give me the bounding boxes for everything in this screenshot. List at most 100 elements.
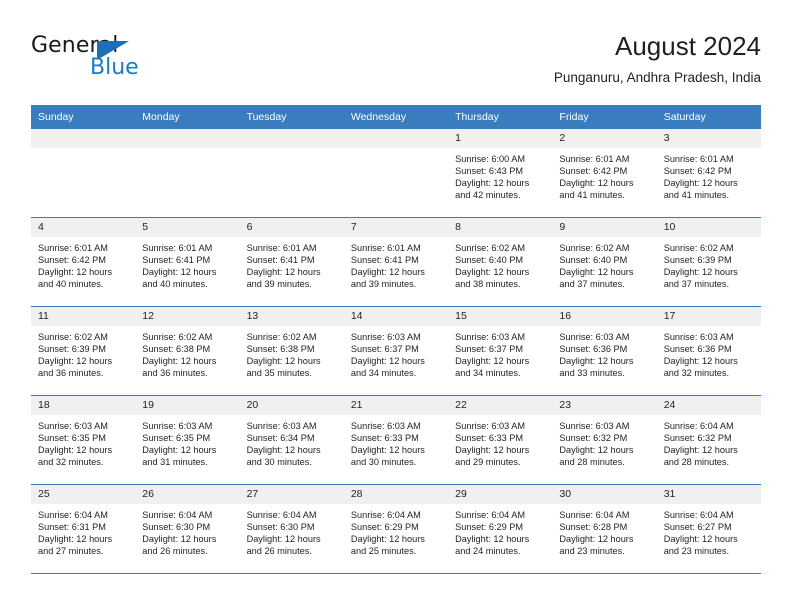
calendar-day-cell[interactable]: 19 Sunrise: 6:03 AM Sunset: 6:35 PM Dayligh…: [135, 395, 240, 485]
day-details: Sunrise: 6:04 AM Sunset: 6:30 PM Daylight:…: [135, 504, 239, 557]
calendar-day-cell[interactable]: 20 Sunrise: 6:03 AM Sunset: 6:34 PM Dayligh…: [239, 395, 344, 485]
day-number: 18: [31, 396, 136, 415]
day-detail-line: Daylight: 12 hours: [455, 178, 530, 189]
calendar-day-cell[interactable]: 4 Sunrise: 6:01 AM Sunset: 6:42 PM Daylight…: [31, 217, 136, 307]
day-detail-line: Sunrise: 6:02 AM: [663, 243, 734, 253]
day-detail-line: Daylight: 12 hours: [142, 445, 217, 456]
day-detail-line: Daylight: 12 hours: [559, 178, 634, 189]
day-number: 1: [448, 129, 553, 148]
day-detail-line: and 42 minutes.: [455, 190, 521, 201]
day-details: Sunrise: 6:00 AM Sunset: 6:43 PM Daylight:…: [448, 148, 552, 201]
weekday-header-friday: Friday: [552, 105, 657, 129]
day-details: Sunrise: 6:04 AM Sunset: 6:30 PM Daylight:…: [240, 504, 344, 557]
calendar-day-cell[interactable]: 27 Sunrise: 6:04 AM Sunset: 6:30 PM Dayligh…: [239, 484, 344, 574]
calendar-day-cell[interactable]: 15 Sunrise: 6:03 AM Sunset: 6:37 PM Dayligh…: [448, 306, 553, 396]
calendar-day-cell[interactable]: 3 Sunrise: 6:01 AM Sunset: 6:42 PM Daylight…: [656, 129, 761, 218]
weekday-header-sunday: Sunday: [31, 105, 136, 129]
day-detail-line: Daylight: 12 hours: [559, 534, 634, 545]
day-detail-line: Sunset: 6:34 PM: [246, 433, 315, 444]
day-detail-line: Sunset: 6:42 PM: [559, 166, 628, 177]
calendar-day-cell[interactable]: 22 Sunrise: 6:03 AM Sunset: 6:33 PM Dayligh…: [448, 395, 553, 485]
day-details: Sunrise: 6:04 AM Sunset: 6:28 PM Daylight:…: [552, 504, 656, 557]
day-detail-line: Sunset: 6:29 PM: [350, 522, 419, 533]
day-detail-line: and 39 minutes.: [246, 279, 312, 290]
calendar-header-row: Sunday Monday Tuesday Wednesday Thursday Frid…: [31, 105, 761, 129]
day-detail-line: Daylight: 12 hours: [663, 267, 738, 278]
day-details: Sunrise: 6:02 AM Sunset: 6:39 PM Daylight:…: [657, 237, 761, 290]
calendar-day-cell[interactable]: 7 Sunrise: 6:01 AM Sunset: 6:41 PM Daylight…: [343, 217, 449, 307]
day-detail-line: and 37 minutes.: [559, 279, 625, 290]
day-number: 15: [448, 307, 553, 326]
calendar-day-cell[interactable]: 1 Sunrise: 6:00 AM Sunset: 6:43 PM Daylight…: [448, 129, 553, 218]
calendar-day-cell[interactable]: 17 Sunrise: 6:03 AM Sunset: 6:36 PM Dayligh…: [656, 306, 761, 396]
calendar-day-cell[interactable]: 29 Sunrise: 6:04 AM Sunset: 6:29 PM Dayligh…: [448, 484, 553, 574]
calendar-day-cell[interactable]: 31 Sunrise: 6:04 AM Sunset: 6:27 PM Dayligh…: [656, 484, 761, 574]
calendar-day-cell[interactable]: 2 Sunrise: 6:01 AM Sunset: 6:42 PM Daylight…: [552, 129, 657, 218]
calendar-day-cell[interactable]: 21 Sunrise: 6:03 AM Sunset: 6:33 PM Dayligh…: [343, 395, 449, 485]
day-number: 10: [656, 218, 761, 237]
day-number: 9: [552, 218, 657, 237]
day-detail-line: and 40 minutes.: [38, 279, 104, 290]
day-number: 4: [31, 218, 136, 237]
calendar-day-cell[interactable]: 18 Sunrise: 6:03 AM Sunset: 6:35 PM Dayligh…: [31, 395, 136, 485]
day-number: [31, 129, 136, 148]
day-detail-line: Sunset: 6:40 PM: [455, 255, 524, 266]
calendar-day-cell[interactable]: 11 Sunrise: 6:02 AM Sunset: 6:39 PM Dayligh…: [31, 306, 136, 396]
calendar-day-cell-empty: [31, 129, 136, 218]
day-details: Sunrise: 6:03 AM Sunset: 6:32 PM Daylight:…: [552, 415, 656, 468]
day-number: 23: [552, 396, 657, 415]
day-details: Sunrise: 6:02 AM Sunset: 6:38 PM Daylight:…: [240, 326, 344, 379]
calendar-day-cell[interactable]: 25 Sunrise: 6:04 AM Sunset: 6:31 PM Dayligh…: [31, 484, 136, 574]
calendar-day-cell[interactable]: 13 Sunrise: 6:02 AM Sunset: 6:38 PM Dayligh…: [239, 306, 344, 396]
day-detail-line: Sunrise: 6:01 AM: [142, 243, 213, 253]
weekday-header-wednesday: Wednesday: [343, 105, 449, 129]
day-detail-line: Sunrise: 6:03 AM: [246, 421, 317, 431]
day-detail-line: Daylight: 12 hours: [559, 267, 634, 278]
day-number: 16: [552, 307, 657, 326]
calendar-day-cell[interactable]: 5 Sunrise: 6:01 AM Sunset: 6:41 PM Daylight…: [135, 217, 240, 307]
calendar-day-cell[interactable]: 12 Sunrise: 6:02 AM Sunset: 6:38 PM Dayligh…: [135, 306, 240, 396]
day-detail-line: Daylight: 12 hours: [455, 445, 530, 456]
day-detail-line: and 28 minutes.: [663, 457, 730, 468]
calendar-day-cell[interactable]: 30 Sunrise: 6:04 AM Sunset: 6:28 PM Dayligh…: [552, 484, 657, 574]
day-detail-line: Sunset: 6:36 PM: [559, 344, 628, 355]
calendar-day-cell[interactable]: 9 Sunrise: 6:02 AM Sunset: 6:40 PM Daylight…: [552, 217, 657, 307]
general-blue-logo: General Blue: [31, 34, 231, 86]
calendar-day-cell[interactable]: 16 Sunrise: 6:03 AM Sunset: 6:36 PM Dayligh…: [552, 306, 657, 396]
day-detail-line: and 31 minutes.: [142, 457, 208, 468]
day-detail-line: Sunset: 6:38 PM: [246, 344, 315, 355]
day-detail-line: and 29 minutes.: [455, 457, 521, 468]
day-details: Sunrise: 6:04 AM Sunset: 6:32 PM Daylight:…: [657, 415, 761, 468]
day-details: Sunrise: 6:03 AM Sunset: 6:34 PM Daylight:…: [240, 415, 344, 468]
calendar-day-cell[interactable]: 10 Sunrise: 6:02 AM Sunset: 6:39 PM Dayligh…: [656, 217, 761, 307]
day-detail-line: Sunset: 6:27 PM: [663, 522, 732, 533]
calendar-day-cell[interactable]: 24 Sunrise: 6:04 AM Sunset: 6:32 PM Dayligh…: [656, 395, 761, 485]
day-detail-line: Sunset: 6:28 PM: [559, 522, 628, 533]
calendar-day-cell[interactable]: 23 Sunrise: 6:03 AM Sunset: 6:32 PM Dayligh…: [552, 395, 657, 485]
day-detail-line: Sunrise: 6:02 AM: [38, 332, 108, 342]
page-title: August 2024: [614, 31, 761, 61]
day-detail-line: Daylight: 12 hours: [350, 267, 425, 278]
day-detail-line: Sunrise: 6:04 AM: [142, 510, 213, 520]
calendar-body: 1 Sunrise: 6:00 AM Sunset: 6:43 PM Daylight…: [31, 129, 761, 574]
day-detail-line: Sunset: 6:33 PM: [350, 433, 419, 444]
day-detail-line: Sunset: 6:32 PM: [663, 433, 732, 444]
calendar-day-cell[interactable]: 8 Sunrise: 6:02 AM Sunset: 6:40 PM Daylight…: [448, 217, 553, 307]
day-number: 24: [656, 396, 761, 415]
day-detail-line: Sunrise: 6:03 AM: [38, 421, 108, 431]
day-detail-line: Daylight: 12 hours: [246, 534, 321, 545]
day-detail-line: Sunrise: 6:01 AM: [246, 243, 317, 253]
day-detail-line: Sunrise: 6:04 AM: [38, 510, 108, 520]
day-detail-line: Sunrise: 6:03 AM: [559, 332, 630, 342]
calendar-table: Sunday Monday Tuesday Wednesday Thursday Frid…: [31, 105, 761, 574]
calendar-day-cell[interactable]: 28 Sunrise: 6:04 AM Sunset: 6:29 PM Dayligh…: [343, 484, 449, 574]
calendar-day-cell[interactable]: 26 Sunrise: 6:04 AM Sunset: 6:30 PM Dayligh…: [135, 484, 240, 574]
day-detail-line: Sunset: 6:31 PM: [38, 522, 106, 533]
day-detail-line: and 41 minutes.: [663, 190, 730, 201]
day-detail-line: and 26 minutes.: [142, 546, 208, 557]
day-detail-line: Sunset: 6:30 PM: [142, 522, 211, 533]
day-details: Sunrise: 6:01 AM Sunset: 6:41 PM Daylight:…: [344, 237, 448, 290]
calendar-day-cell[interactable]: 14 Sunrise: 6:03 AM Sunset: 6:37 PM Dayligh…: [343, 306, 449, 396]
calendar-day-cell[interactable]: 6 Sunrise: 6:01 AM Sunset: 6:41 PM Daylight…: [239, 217, 344, 307]
day-detail-line: Daylight: 12 hours: [246, 267, 321, 278]
